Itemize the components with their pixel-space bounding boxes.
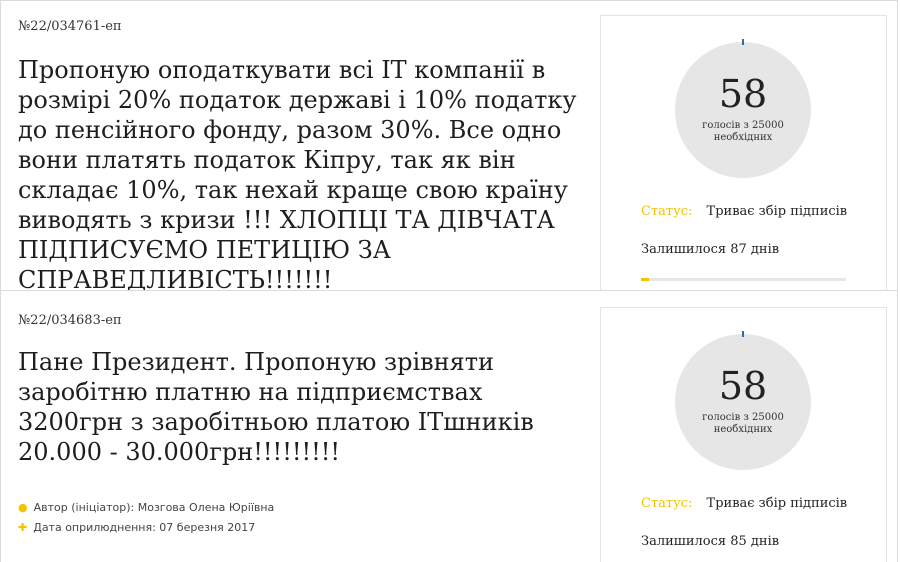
status-value: Триває збір підписів xyxy=(706,204,848,219)
petition-title[interactable]: Пане Президент. Пропоную зрівняти заробі… xyxy=(18,347,588,467)
progress-bar xyxy=(641,278,846,281)
petition-stats: 58 голосів з 25000 необхідних Статус: Тр… xyxy=(600,307,887,562)
status-value: Триває збір підписів xyxy=(706,496,848,511)
date-text: Дата оприлюднення: 07 березня 2017 xyxy=(33,521,256,534)
progress-bar-fill xyxy=(641,278,650,281)
petition-stats: 58 голосів з 25000 необхідних Статус: Тр… xyxy=(600,15,887,291)
votes-circle: 58 голосів з 25000 необхідних xyxy=(675,331,811,470)
user-icon: ● xyxy=(18,501,28,514)
plus-icon: ✚ xyxy=(18,521,28,534)
petition-number: №22/034683-еп xyxy=(18,313,122,328)
petition-title[interactable]: Пропоную оподаткувати всі IT компанії в … xyxy=(18,55,588,295)
votes-count: 58 xyxy=(718,364,768,408)
status-label: Статус: xyxy=(641,204,693,219)
votes-needed: голосів з 25000 необхідних xyxy=(702,120,784,143)
progress-tick xyxy=(742,331,744,337)
status-label: Статус: xyxy=(641,496,693,511)
votes-needed: голосів з 25000 необхідних xyxy=(702,412,784,435)
days-remaining: Залишилося 87 днів xyxy=(641,242,780,257)
petition-date: ✚ Дата оприлюднення: 07 березня 2017 xyxy=(18,521,255,534)
author-text: Автор (ініціатор): Мозгова Олена Юріївна xyxy=(33,501,275,514)
status-row: Статус: Триває збір підписів xyxy=(641,496,847,511)
status-row: Статус: Триває збір підписів xyxy=(641,204,847,219)
petition-card[interactable]: №22/034761-еп Пропоную оподаткувати всі … xyxy=(0,0,898,294)
petition-card[interactable]: №22/034683-еп Пане Президент. Пропоную з… xyxy=(0,290,898,562)
votes-count: 58 xyxy=(718,72,768,116)
progress-tick xyxy=(742,39,744,45)
petition-author: ● Автор (ініціатор): Мозгова Олена Юріївн… xyxy=(18,501,274,514)
petition-number: №22/034761-еп xyxy=(18,19,122,34)
days-remaining: Залишилося 85 днів xyxy=(641,534,780,549)
votes-circle: 58 голосів з 25000 необхідних xyxy=(675,39,811,178)
